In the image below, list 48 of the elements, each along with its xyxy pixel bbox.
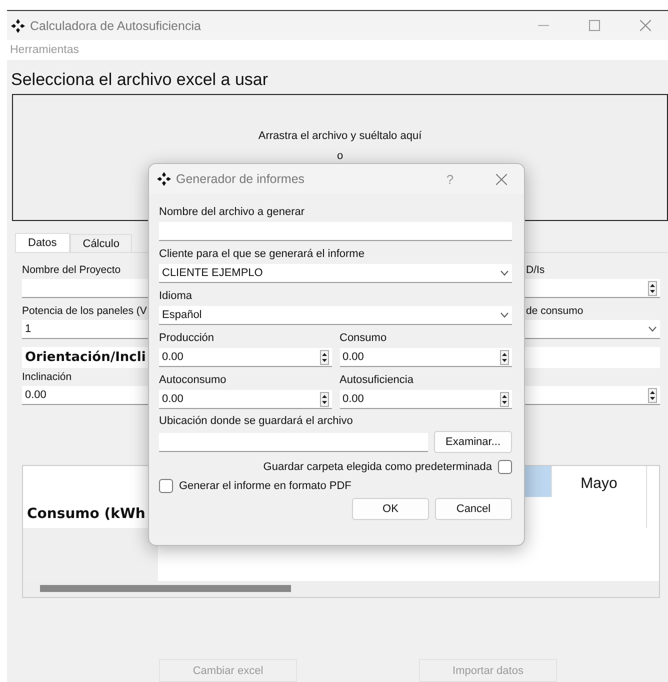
- dropdown[interactable]: CLIENTE EJEMPLO: [159, 264, 512, 283]
- page-heading: Selecciona el archivo excel a usar: [10, 69, 270, 91]
- window-title: Calculadora de Autosuficiencia: [30, 18, 202, 32]
- checkbox-label: Generar el informe en formato PDF: [179, 480, 352, 492]
- browse-button[interactable]: Examinar...: [434, 431, 512, 453]
- field-label: Consumo: [340, 331, 387, 346]
- field-label: Idioma: [159, 289, 192, 304]
- chevron-down-icon[interactable]: [500, 312, 509, 318]
- tab[interactable]: Datos: [15, 233, 70, 252]
- spin-arrows-icon[interactable]: [500, 350, 509, 364]
- dialog-button[interactable]: Cancel: [435, 498, 512, 520]
- spin-arrows-icon[interactable]: [500, 392, 509, 406]
- scrollbar-thumb[interactable]: [40, 585, 291, 592]
- field-label: D/Is: [526, 263, 545, 278]
- input-field[interactable]: [159, 432, 428, 452]
- chevron-down-icon[interactable]: [648, 326, 657, 332]
- drop-hint: Arrastra el archivo y suéltalo aquí: [258, 130, 422, 142]
- spin-arrows-icon[interactable]: [648, 388, 657, 402]
- spin-arrows-icon[interactable]: [320, 350, 328, 364]
- dialog-button[interactable]: OK: [352, 498, 429, 520]
- field-label: Inclinación: [22, 370, 72, 385]
- field-label: de consumo: [526, 304, 584, 319]
- row-header: Consumo (kWh: [26, 505, 146, 524]
- field-label: Producción: [159, 331, 214, 346]
- field-label: Nombre del archivo a generar: [159, 205, 305, 220]
- app-logo-icon: [11, 18, 25, 32]
- field-label: Ubicación donde se guardará el archivo: [159, 414, 353, 429]
- checkbox[interactable]: [159, 479, 173, 493]
- dialog-title: Generador de informes: [176, 172, 306, 186]
- input-field[interactable]: 0.00: [159, 390, 332, 409]
- input-field[interactable]: 0.00: [159, 348, 332, 367]
- input-field[interactable]: 0.00: [340, 348, 512, 367]
- checkbox-label: Guardar carpeta elegida como predeterminada: [263, 461, 492, 473]
- chevron-down-icon[interactable]: [500, 270, 509, 276]
- field-label: Cliente para el que se generará el informe: [159, 247, 364, 262]
- input-field[interactable]: 0.00: [340, 390, 512, 409]
- app-logo-icon: [157, 172, 171, 186]
- spin-arrows-icon[interactable]: [320, 392, 328, 406]
- field-label: Autoconsumo: [159, 373, 226, 388]
- field-label: Nombre del Proyecto: [22, 263, 121, 278]
- field-label: Potencia de los paneles (V: [22, 304, 147, 319]
- drop-hint: o: [336, 150, 344, 162]
- tab[interactable]: Cálculo: [70, 234, 132, 252]
- field-label: Autosuficiencia: [340, 373, 414, 388]
- spin-arrows-icon[interactable]: [648, 280, 657, 296]
- checkbox[interactable]: [498, 460, 512, 474]
- input-field[interactable]: [159, 222, 512, 241]
- dropdown[interactable]: Español: [159, 306, 512, 325]
